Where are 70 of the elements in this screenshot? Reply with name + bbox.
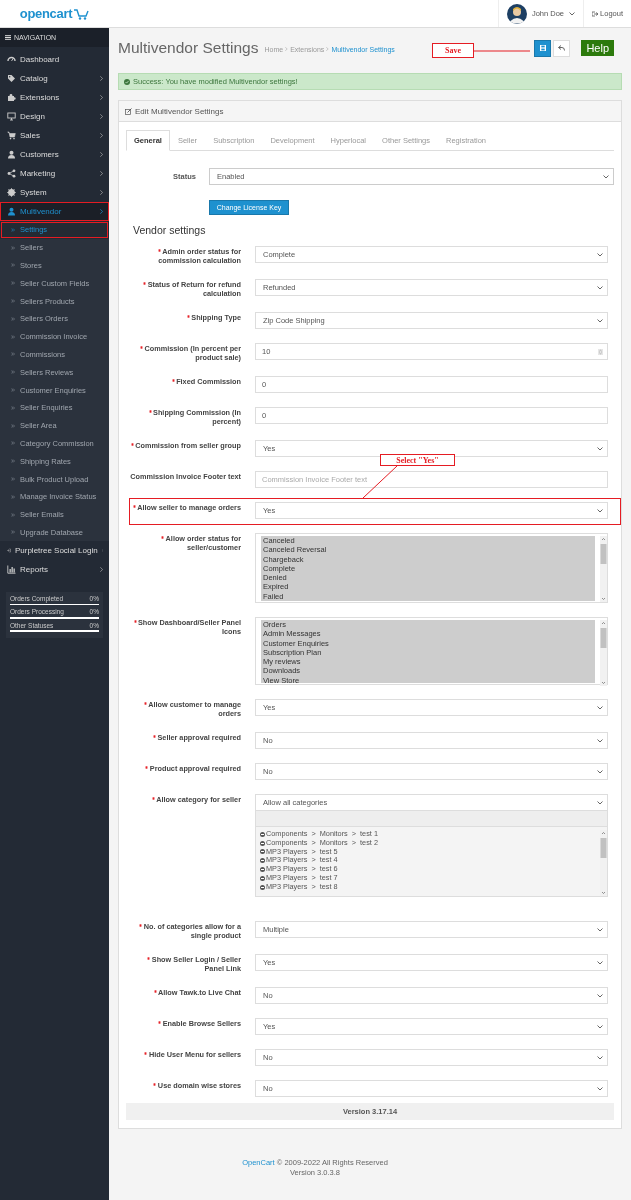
autocomplete-field[interactable] [255,811,608,827]
minus-circle-icon [260,849,265,855]
share-icon [7,169,16,178]
sidebar-item[interactable]: Extensions [0,88,109,107]
spinner-icon [598,348,603,355]
double-chevron-icon [11,227,15,232]
chevron-down-icon [597,1024,603,1029]
floppy-disk-icon [539,45,546,51]
annotation-label: Save [432,43,474,58]
sidebar-item[interactable]: Customers [0,145,109,164]
page-title: Multivendor Settings [118,39,259,57]
chevron-down-icon [597,446,603,451]
chevron-down-icon [597,252,603,257]
chevron-down-icon [597,705,603,710]
tag-icon [7,74,16,83]
leader-line [474,50,530,52]
help-button[interactable]: Help [581,40,614,56]
minus-circle-icon [260,875,265,881]
sign-out-icon [592,10,599,17]
sidebar-item[interactable]: Design [0,107,109,126]
back-button[interactable] [553,39,571,57]
scrollbar [600,830,607,896]
chevron-down-icon [597,960,603,965]
panel-heading: Edit Multivendor Settings [119,101,621,122]
sidebar-item[interactable]: Catalog [0,69,109,88]
chevron-right-icon [326,47,330,51]
chevron-down-icon [597,508,603,513]
settings-icon [7,188,16,197]
cart-icon [7,131,16,140]
logo[interactable]: opencart [19,6,90,21]
sidebar-item[interactable]: Multivendor [0,202,109,221]
minus-circle-icon [260,867,265,873]
chevron-down-icon [597,318,603,323]
chevron-down-icon [603,174,609,179]
chevron-down-icon [597,993,603,998]
chevron-down-icon [597,285,603,290]
avatar-icon [506,3,527,24]
chevron-down-icon [569,11,576,16]
chevron-down-icon [597,769,603,774]
sidebar-item[interactable]: System [0,183,109,202]
sidebar-item[interactable]: Dashboard [0,50,109,69]
minus-circle-icon [260,831,265,837]
gauge-icon [7,55,16,64]
user-icon [7,207,16,216]
menu-icon [5,35,11,40]
scrollbar [600,620,607,686]
minus-circle-icon [260,840,265,846]
edit-icon [125,107,132,115]
chevron-down-icon [597,738,603,743]
annotation-label: Select "Yes" [380,454,455,466]
chevron-down-icon [597,1055,603,1060]
section-heading: Vendor settings [133,224,207,236]
chevron-down-icon [597,927,603,932]
sidebar-item[interactable]: Sales [0,126,109,145]
monitor-icon [7,112,16,121]
sidebar-item[interactable]: Purpletree Social Login [0,541,109,561]
scrollbar [600,536,607,602]
bar-chart-icon [7,565,16,575]
chevron-right-icon [285,47,289,51]
check-circle-icon [124,78,130,85]
sidebar-item[interactable]: Reports [0,560,109,580]
user-icon [7,150,16,159]
puzzle-icon [7,93,16,102]
minus-circle-icon [260,858,265,864]
minus-circle-icon [260,884,265,890]
save-button[interactable] [534,39,552,57]
chevron-down-icon [597,1086,603,1091]
chevron-down-icon [597,800,603,805]
sidebar-item[interactable]: Marketing [0,164,109,183]
reply-icon [558,45,566,51]
